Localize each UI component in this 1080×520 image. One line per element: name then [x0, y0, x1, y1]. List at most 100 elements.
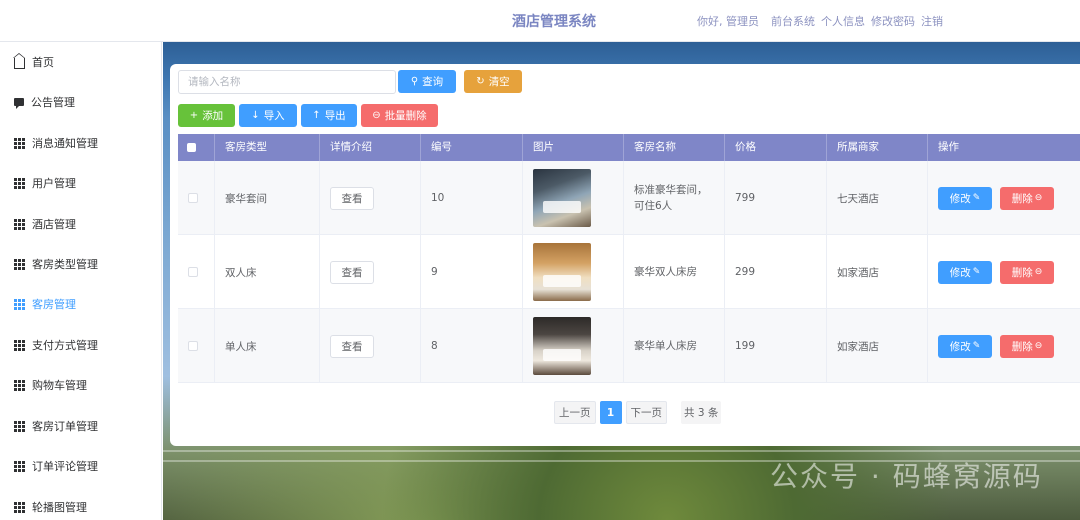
delete-label: 删除 [1011, 192, 1033, 205]
grid-icon [14, 339, 25, 351]
sidebar-item-label: 首页 [32, 56, 54, 69]
import-label: 导入 [263, 110, 285, 122]
view-detail-button[interactable]: 查看 [330, 260, 374, 284]
column-header[interactable]: 操作 [928, 134, 1080, 161]
room-image [533, 243, 591, 301]
row-checkbox[interactable] [188, 267, 198, 277]
edit-button[interactable]: 修改 ✎ [938, 334, 992, 358]
room-id-cell: 8 [421, 309, 523, 383]
sidebar-item-label: 用户管理 [32, 177, 76, 190]
batch-delete-label: 批量删除 [384, 110, 427, 122]
column-header[interactable]: 详情介绍 [320, 134, 421, 161]
price-cell: 199 [725, 309, 827, 383]
sidebar-item-rooms[interactable]: 客房管理 [0, 284, 162, 324]
home-icon [13, 53, 25, 69]
export-button[interactable]: ↑ 导出 [301, 104, 357, 127]
edit-button[interactable]: 修改 ✎ [938, 260, 992, 284]
room-name-cell: 豪华双人床房 [624, 235, 725, 309]
grid-icon [14, 218, 25, 230]
view-detail-button[interactable]: 查看 [330, 186, 374, 210]
table-row: 豪华套间 查看 10 标准豪华套间，可住6人 799 七天酒店 修改 ✎ 删除 ⊖ [178, 161, 1080, 235]
table-row: 双人床 查看 9 豪华双人床房 299 如家酒店 修改 ✎ 删除 ⊖ [178, 235, 1080, 309]
delete-button[interactable]: 删除 ⊖ [1000, 334, 1054, 358]
sidebar-item-users[interactable]: 用户管理 [0, 163, 162, 203]
query-button[interactable]: ⚲ 查询 [398, 70, 456, 93]
room-type-cell: 单人床 [215, 309, 320, 383]
page-number-button[interactable]: 1 [599, 401, 622, 424]
sidebar-item-home[interactable]: 首页 [0, 42, 162, 82]
room-type-cell: 双人床 [215, 235, 320, 309]
grid-icon [14, 501, 25, 513]
minus-circle-icon: ⊖ [1034, 193, 1043, 203]
row-checkbox[interactable] [188, 193, 198, 203]
price-cell: 799 [725, 161, 827, 235]
top-header: 酒店管理系统 你好, 管理员 前台系统 个人信息 修改密码 注销 [0, 0, 1080, 42]
link-profile[interactable]: 个人信息 [821, 13, 865, 29]
sidebar-item-label: 客房类型管理 [32, 258, 98, 271]
room-name-cell: 标准豪华套间，可住6人 [624, 161, 725, 235]
sidebar-item-cart[interactable]: 购物车管理 [0, 365, 162, 405]
sidebar-item-notifications[interactable]: 消息通知管理 [0, 123, 162, 163]
column-header[interactable]: 图片 [523, 134, 624, 161]
batch-delete-button[interactable]: ⊖ 批量删除 [361, 104, 438, 127]
app-title: 酒店管理系统 [512, 14, 596, 30]
column-header[interactable]: 编号 [421, 134, 523, 161]
link-logout[interactable]: 注销 [921, 13, 943, 29]
sidebar-item-label: 订单评论管理 [32, 460, 98, 473]
add-label: 添加 [202, 110, 224, 122]
table-header: 客房类型 详情介绍 编号 图片 客房名称 价格 所属商家 操作 [178, 134, 1080, 161]
select-all-checkbox[interactable] [187, 143, 196, 152]
content-panel: ⚲ 查询 ↻ 清空 + 添加 ↓ 导入 ↑ 导出 ⊖ 批量删除 客房类型 详情介… [170, 64, 1080, 446]
delete-button[interactable]: 删除 ⊖ [1000, 260, 1054, 284]
import-button[interactable]: ↓ 导入 [239, 104, 297, 127]
sidebar-item-label: 酒店管理 [32, 218, 76, 231]
minus-circle-icon: ⊖ [1034, 267, 1043, 277]
view-detail-button[interactable]: 查看 [330, 334, 374, 358]
link-front-system[interactable]: 前台系统 [771, 13, 815, 29]
delete-button[interactable]: 删除 ⊖ [1000, 186, 1054, 210]
grid-icon [14, 379, 25, 391]
sidebar-item-payment-methods[interactable]: 支付方式管理 [0, 325, 162, 365]
room-name-cell: 豪华单人床房 [624, 309, 725, 383]
merchant-cell: 七天酒店 [827, 161, 928, 235]
link-change-password[interactable]: 修改密码 [871, 13, 915, 29]
room-image [533, 169, 591, 227]
sidebar-item-hotels[interactable]: 酒店管理 [0, 204, 162, 244]
row-checkbox[interactable] [188, 341, 198, 351]
sidebar-item-carousel[interactable]: 轮播图管理 [0, 487, 162, 520]
minus-circle-icon: ⊖ [372, 110, 381, 121]
add-button[interactable]: + 添加 [178, 104, 235, 127]
merchant-cell: 如家酒店 [827, 309, 928, 383]
total-count: 共 3 条 [681, 401, 722, 424]
sidebar-item-room-types[interactable]: 客房类型管理 [0, 244, 162, 284]
next-page-button[interactable]: 下一页 [625, 401, 667, 424]
pagination: 上一页 1 下一页 共 3 条 [554, 401, 722, 424]
arrow-down-icon: ↓ [251, 110, 260, 121]
prev-page-button[interactable]: 上一页 [554, 401, 596, 424]
sidebar-item-label: 消息通知管理 [32, 137, 98, 150]
select-all-cell [178, 134, 215, 161]
clear-button[interactable]: ↻ 清空 [464, 70, 522, 93]
edit-label: 修改 [949, 192, 971, 205]
chat-icon [14, 98, 24, 109]
column-header[interactable]: 所属商家 [827, 134, 928, 161]
sidebar-item-label: 客房订单管理 [32, 420, 98, 433]
column-header[interactable]: 客房名称 [624, 134, 725, 161]
edit-label: 修改 [949, 266, 971, 279]
delete-label: 删除 [1011, 340, 1033, 353]
search-icon: ⚲ [410, 76, 419, 87]
grid-icon [14, 460, 25, 472]
sidebar-item-label: 公告管理 [31, 96, 75, 109]
sidebar-item-room-orders[interactable]: 客房订单管理 [0, 406, 162, 446]
minus-circle-icon: ⊖ [1034, 341, 1043, 351]
column-header[interactable]: 客房类型 [215, 134, 320, 161]
watermark: 公众号 · 码蜂窝源码 [770, 460, 1043, 493]
clear-label: 清空 [488, 76, 510, 88]
sidebar-item-order-reviews[interactable]: 订单评论管理 [0, 446, 162, 486]
greeting-text: 你好, 管理员 [697, 15, 759, 28]
sidebar-item-announcements[interactable]: 公告管理 [0, 82, 162, 122]
edit-button[interactable]: 修改 ✎ [938, 186, 992, 210]
search-input[interactable] [178, 70, 396, 94]
column-header[interactable]: 价格 [725, 134, 827, 161]
room-image [533, 317, 591, 375]
